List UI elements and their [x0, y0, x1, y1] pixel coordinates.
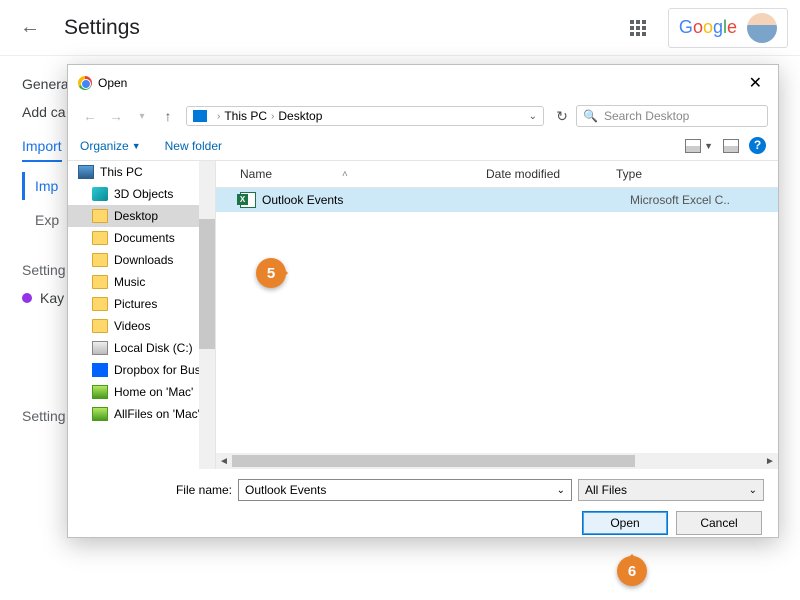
tree-item-local-disk-c-[interactable]: Local Disk (C:) — [68, 337, 215, 359]
open-button[interactable]: Open — [582, 511, 668, 535]
column-date[interactable]: Date modified — [486, 165, 616, 183]
tree-item-3d-objects[interactable]: 3D Objects — [68, 183, 215, 205]
column-headers[interactable]: Name ˄ Date modified Type — [216, 161, 778, 188]
sidebar-general[interactable]: Genera — [22, 70, 69, 98]
folder-icon — [92, 297, 108, 311]
breadcrumb-current[interactable]: Desktop — [278, 109, 322, 123]
dialog-titlebar: Open ✕ — [68, 65, 778, 101]
dbox-icon — [92, 363, 108, 377]
folder-icon — [92, 209, 108, 223]
tree-item-allfiles-on-mac-[interactable]: AllFiles on 'Mac' — [68, 403, 215, 425]
tree-item-dropbox-for-bus[interactable]: Dropbox for Bus — [68, 359, 215, 381]
sidebar-tab-import[interactable]: Import — [22, 132, 62, 162]
sidebar-sub-import[interactable]: Imp — [22, 172, 69, 200]
google-logo: Google — [679, 17, 737, 38]
search-icon: 🔍 — [583, 109, 598, 123]
tree-item-pictures[interactable]: Pictures — [68, 293, 215, 315]
nav-up-icon[interactable]: ↑ — [156, 108, 180, 124]
callout-6: 6 — [617, 556, 647, 586]
dialog-toolbar: Organize▼ New folder ▼ ? — [68, 131, 778, 161]
disk-icon — [92, 341, 108, 355]
callout-5: 5 — [256, 258, 286, 288]
3d-icon — [92, 187, 108, 201]
refresh-icon[interactable]: ↻ — [550, 108, 574, 125]
search-input[interactable]: 🔍 Search Desktop — [576, 105, 768, 127]
sort-indicator-icon: ˄ — [342, 169, 348, 180]
page-title: Settings — [64, 16, 140, 40]
tree-item-this-pc[interactable]: This PC — [68, 161, 215, 183]
folder-icon — [92, 253, 108, 267]
sidebar-section-settings: Setting — [22, 256, 69, 284]
column-name[interactable]: Name — [240, 167, 272, 181]
tree-item-home-on-mac-[interactable]: Home on 'Mac' — [68, 381, 215, 403]
tree-scrollbar[interactable] — [199, 161, 215, 469]
breadcrumb-root[interactable]: This PC — [224, 109, 267, 123]
search-placeholder: Search Desktop — [604, 109, 689, 123]
file-row[interactable]: Outlook Events Microsoft Excel C.. — [216, 188, 778, 212]
tree-item-videos[interactable]: Videos — [68, 315, 215, 337]
help-icon[interactable]: ? — [749, 137, 766, 154]
scroll-left-icon[interactable]: ◄ — [216, 456, 232, 467]
filter-dropdown-icon[interactable]: ⌄ — [749, 485, 757, 496]
excel-file-icon — [240, 192, 256, 208]
folder-icon — [92, 275, 108, 289]
apps-grid-icon[interactable] — [622, 12, 654, 44]
file-open-dialog: Open ✕ ← → ▾ ↑ › This PC › Desktop ⌄ ↻ 🔍… — [67, 64, 779, 538]
folder-icon — [92, 231, 108, 245]
file-type-filter[interactable]: All Files⌄ — [578, 479, 764, 501]
tree-item-downloads[interactable]: Downloads — [68, 249, 215, 271]
calendar-color-dot — [22, 293, 32, 303]
pc-icon — [78, 165, 94, 179]
scrollbar-thumb[interactable] — [199, 219, 215, 349]
settings-sidebar: Genera Add ca Import Imp Exp Setting Kay… — [22, 70, 69, 430]
tree-item-music[interactable]: Music — [68, 271, 215, 293]
settings-topbar: ← Settings Google — [0, 0, 800, 56]
filename-label: File name: — [82, 483, 232, 497]
chrome-icon — [78, 76, 92, 90]
address-dropdown-icon[interactable]: ⌄ — [529, 111, 537, 122]
dialog-title: Open — [98, 76, 127, 90]
preview-pane-icon[interactable] — [723, 139, 739, 153]
file-type: Microsoft Excel C.. — [630, 193, 730, 207]
view-options-button[interactable]: ▼ — [685, 139, 713, 153]
tree-item-desktop[interactable]: Desktop — [68, 205, 215, 227]
close-icon[interactable]: ✕ — [743, 71, 768, 95]
folder-tree[interactable]: This PC3D ObjectsDesktopDocumentsDownloa… — [68, 161, 216, 469]
user-avatar[interactable] — [747, 13, 777, 43]
mac-icon — [92, 407, 108, 421]
sidebar-section-settings-2: Setting — [22, 402, 69, 430]
back-arrow-icon[interactable]: ← — [12, 8, 48, 47]
nav-recent-icon[interactable]: ▾ — [130, 111, 154, 122]
view-list-icon — [685, 139, 701, 153]
nav-forward-icon: → — [104, 108, 128, 124]
column-type[interactable]: Type — [616, 165, 642, 183]
mac-icon — [92, 385, 108, 399]
tree-item-documents[interactable]: Documents — [68, 227, 215, 249]
calendar-kay[interactable]: Kay — [22, 284, 69, 312]
dialog-nav-row: ← → ▾ ↑ › This PC › Desktop ⌄ ↻ 🔍 Search… — [68, 101, 778, 131]
google-account-box[interactable]: Google — [668, 8, 788, 48]
filename-input[interactable]: Outlook Events⌄ — [238, 479, 572, 501]
new-folder-button[interactable]: New folder — [165, 139, 222, 153]
scroll-right-icon[interactable]: ► — [762, 456, 778, 467]
address-bar[interactable]: › This PC › Desktop ⌄ — [186, 106, 544, 126]
h-scrollbar-thumb[interactable] — [232, 455, 635, 467]
dialog-bottom: File name: Outlook Events⌄ All Files⌄ Op… — [68, 469, 778, 545]
file-list-pane: Name ˄ Date modified Type Outlook Events M… — [216, 161, 778, 469]
folder-icon — [92, 319, 108, 333]
sidebar-add-calendar[interactable]: Add ca — [22, 98, 69, 126]
organize-button[interactable]: Organize▼ — [80, 139, 141, 153]
sidebar-sub-export[interactable]: Exp — [22, 206, 69, 234]
horizontal-scrollbar[interactable]: ◄ ► — [216, 453, 778, 469]
nav-back-icon: ← — [78, 108, 102, 124]
pc-icon — [193, 110, 207, 122]
file-name: Outlook Events — [262, 193, 500, 207]
filename-dropdown-icon[interactable]: ⌄ — [557, 485, 565, 496]
cancel-button[interactable]: Cancel — [676, 511, 762, 535]
